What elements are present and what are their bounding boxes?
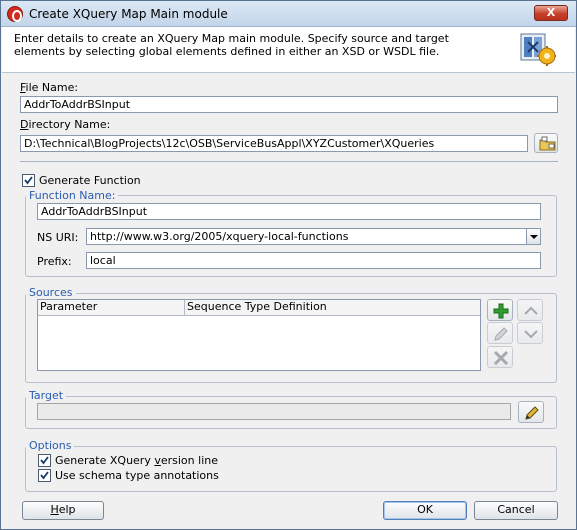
remove-source-button[interactable] bbox=[487, 346, 513, 368]
chevron-down-icon bbox=[530, 235, 538, 239]
prefix-label: Prefix: bbox=[37, 255, 72, 268]
schema-annotations-checkbox[interactable] bbox=[38, 469, 51, 482]
directory-name-label: Directory Name: bbox=[20, 118, 111, 131]
generate-function-label: Generate Function bbox=[39, 174, 141, 187]
file-name-input[interactable]: AddrToAddrBSInput bbox=[20, 96, 558, 113]
separator bbox=[20, 161, 558, 162]
schema-annotations-label: Use schema type annotations bbox=[55, 469, 219, 482]
chevron-up-icon bbox=[524, 306, 538, 315]
prefix-input[interactable]: local bbox=[86, 252, 541, 269]
function-name-input[interactable]: AddrToAddrBSInput bbox=[37, 203, 541, 220]
ns-uri-value: http://www.w3.org/2005/xquery-local-func… bbox=[90, 230, 349, 243]
pencil-icon bbox=[525, 406, 539, 420]
ns-uri-dropdown-button[interactable] bbox=[526, 229, 540, 244]
file-name-label: File Name: bbox=[20, 81, 79, 94]
title-bar[interactable]: Create XQuery Map Main module X bbox=[1, 1, 576, 27]
browse-folder-icon bbox=[539, 136, 556, 151]
header-panel: Enter details to create an XQuery Map ma… bbox=[2, 27, 575, 73]
target-legend: Target bbox=[26, 389, 67, 402]
cancel-button[interactable]: Cancel bbox=[474, 501, 558, 520]
move-up-button[interactable] bbox=[517, 299, 543, 321]
oracle-logo-icon bbox=[7, 6, 23, 22]
sources-legend: Sources bbox=[26, 286, 76, 299]
directory-name-input[interactable]: D:\Technical\BlogProjects\12c\OSB\Servic… bbox=[20, 135, 528, 152]
move-down-button[interactable] bbox=[517, 322, 543, 344]
sources-table[interactable]: Parameter Sequence Type Definition bbox=[37, 299, 481, 371]
chevron-down-icon bbox=[524, 330, 538, 339]
header-description: Enter details to create an XQuery Map ma… bbox=[14, 32, 449, 58]
ns-uri-combobox[interactable]: http://www.w3.org/2005/xquery-local-func… bbox=[86, 228, 541, 245]
target-input[interactable] bbox=[37, 403, 511, 420]
edit-target-button[interactable] bbox=[518, 401, 544, 423]
help-button[interactable]: Help bbox=[22, 501, 104, 520]
close-button[interactable]: X bbox=[534, 5, 568, 21]
ok-button[interactable]: OK bbox=[383, 501, 467, 520]
generate-function-checkbox[interactable] bbox=[22, 174, 35, 187]
generate-version-line-checkbox[interactable] bbox=[38, 454, 51, 467]
delete-x-icon bbox=[493, 350, 509, 366]
function-name-label: Function Name: bbox=[26, 189, 119, 202]
pencil-icon bbox=[494, 327, 508, 341]
window-title: Create XQuery Map Main module bbox=[29, 7, 228, 21]
edit-source-button[interactable] bbox=[487, 322, 513, 344]
add-source-button[interactable] bbox=[487, 299, 513, 321]
xquery-wizard-icon bbox=[520, 32, 557, 66]
ns-uri-label: NS URI: bbox=[37, 231, 79, 244]
dialog-window: Create XQuery Map Main module X Enter de… bbox=[0, 0, 577, 530]
options-legend: Options bbox=[26, 439, 75, 452]
column-header-parameter[interactable]: Parameter bbox=[38, 300, 184, 316]
generate-version-line-label: Generate XQuery version line bbox=[55, 454, 218, 467]
column-header-sequence-type[interactable]: Sequence Type Definition bbox=[184, 300, 480, 316]
plus-icon bbox=[493, 303, 509, 319]
browse-directory-button[interactable] bbox=[534, 133, 558, 153]
